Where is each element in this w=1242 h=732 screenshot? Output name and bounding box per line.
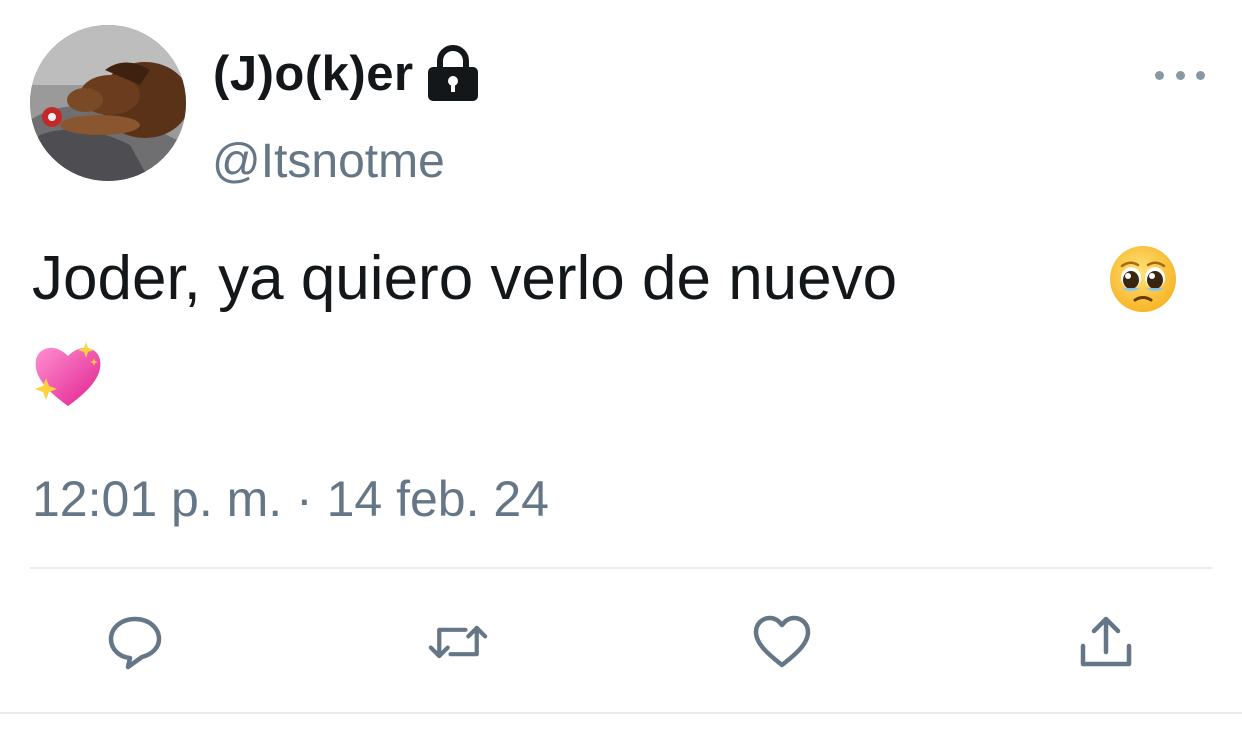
bottom-divider	[0, 712, 1242, 714]
heart-outline-icon	[753, 615, 811, 668]
share-upload-icon	[1080, 616, 1132, 667]
dog-photo-avatar	[30, 25, 186, 181]
divider	[30, 567, 1212, 569]
retweet-arrows-icon	[428, 625, 488, 659]
tweet-timestamp[interactable]: 12:01 p. m. · 14 feb. 24	[32, 470, 549, 528]
avatar[interactable]	[30, 25, 186, 181]
retweet-button[interactable]	[428, 612, 488, 672]
sparkling-heart-emoji	[35, 342, 101, 406]
lock-icon	[426, 45, 480, 103]
author-display-name[interactable]: (J)o(k)er	[213, 46, 414, 102]
speech-bubble-icon	[108, 616, 162, 670]
like-button[interactable]	[752, 612, 812, 672]
share-button[interactable]	[1076, 612, 1136, 672]
pleading-face-emoji	[1110, 246, 1176, 312]
more-options-icon[interactable]	[1155, 60, 1205, 90]
tweet-text: Joder, ya quiero verlo de nuevo	[32, 244, 898, 313]
author-handle[interactable]: @Itsnotme	[212, 134, 445, 189]
reply-button[interactable]	[105, 612, 165, 672]
author-name-row: (J)o(k)er	[213, 44, 480, 104]
